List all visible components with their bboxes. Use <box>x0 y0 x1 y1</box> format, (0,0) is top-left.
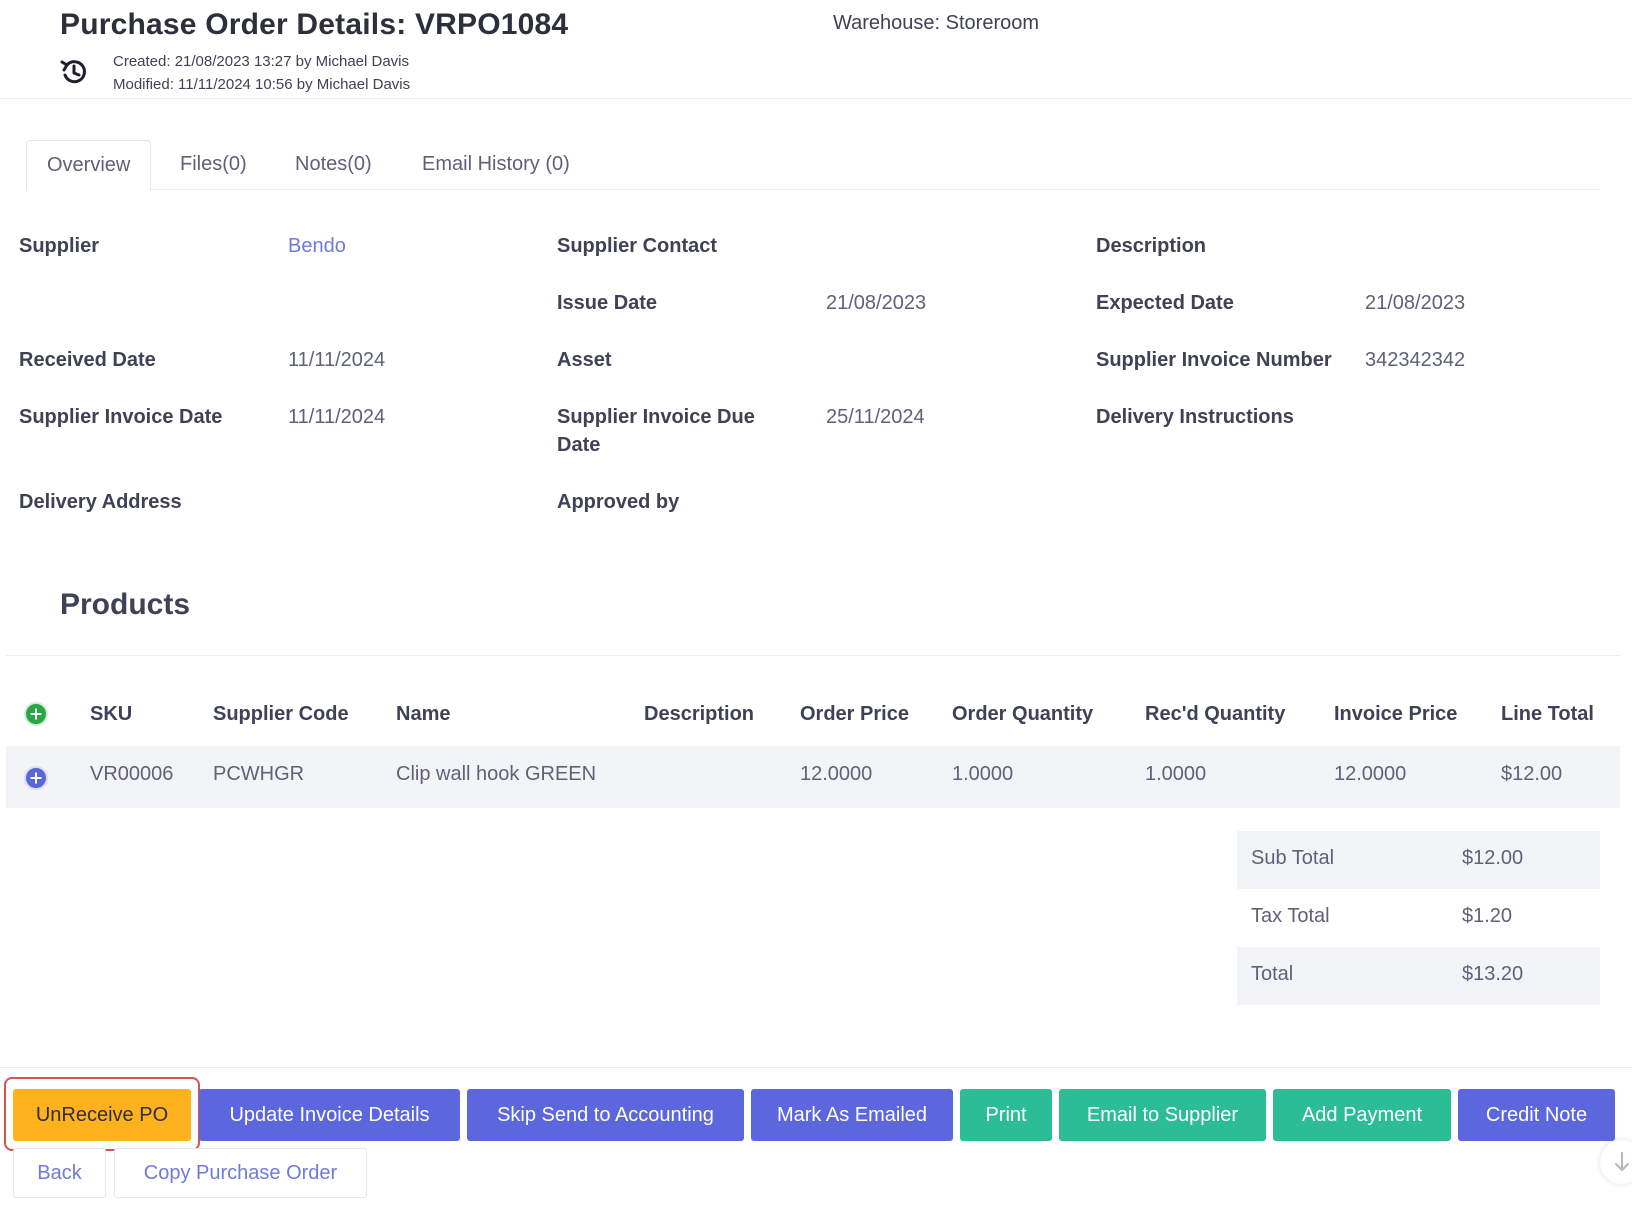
tax-total-value: $1.20 <box>1462 905 1513 927</box>
column-header-invoice-price: Invoice Price <box>1334 703 1458 725</box>
history-icon[interactable] <box>58 56 90 88</box>
column-header-order-price: Order Price <box>800 703 909 725</box>
credit-note-button[interactable]: Credit Note <box>1458 1089 1615 1141</box>
approved-by-label: Approved by <box>557 491 680 513</box>
supplier-invoice-date-value: 11/11/2024 <box>288 406 386 428</box>
column-header-supplier-code: Supplier Code <box>213 703 349 725</box>
skip-send-to-accounting-button[interactable]: Skip Send to Accounting <box>467 1089 744 1141</box>
cell-invoice-price: 12.0000 <box>1334 763 1407 785</box>
tab-email-history[interactable]: Email History (0) <box>402 140 590 190</box>
warehouse-label: Warehouse: Storeroom <box>833 12 1040 34</box>
delivery-address-label: Delivery Address <box>19 491 182 513</box>
cell-sku: VR00006 <box>90 763 174 785</box>
supplier-invoice-due-value: 25/11/2024 <box>826 406 925 428</box>
products-divider <box>6 655 1620 656</box>
totals-panel: Sub Total $12.00 Tax Total $1.20 Total $… <box>1237 831 1600 1005</box>
column-header-recd-quantity: Rec'd Quantity <box>1145 703 1286 725</box>
email-to-supplier-button[interactable]: Email to Supplier <box>1059 1089 1266 1141</box>
cell-line-total: $12.00 <box>1501 763 1563 785</box>
supplier-invoice-due-label-line2: Date <box>557 434 601 456</box>
add-payment-button[interactable]: Add Payment <box>1273 1089 1451 1141</box>
sub-total-row: Sub Total $12.00 <box>1237 831 1600 889</box>
supplier-invoice-due-label: Supplier Invoice Due Date <box>557 403 755 459</box>
total-value: $13.20 <box>1462 963 1524 985</box>
supplier-label: Supplier <box>19 235 100 257</box>
asset-label: Asset <box>557 349 612 371</box>
sub-total-value: $12.00 <box>1462 847 1524 869</box>
tab-bar: Overview Files(0) Notes(0) Email History… <box>26 140 1600 191</box>
column-header-sku: SKU <box>90 703 133 725</box>
arrow-down-icon <box>1615 1152 1629 1171</box>
add-product-icon[interactable] <box>24 702 48 726</box>
tab-overview[interactable]: Overview <box>26 140 152 191</box>
column-header-name: Name <box>396 703 451 725</box>
supplier-invoice-number-label: Supplier Invoice Number <box>1096 349 1332 371</box>
supplier-link[interactable]: Bendo <box>288 232 346 260</box>
created-meta: Created: 21/08/2023 13:27 by Michael Dav… <box>113 53 410 70</box>
tab-notes[interactable]: Notes(0) <box>275 140 392 190</box>
issue-date-value: 21/08/2023 <box>826 292 927 314</box>
copy-purchase-order-button[interactable]: Copy Purchase Order <box>114 1148 367 1198</box>
modified-meta: Modified: 11/11/2024 10:56 by Michael Da… <box>113 76 411 93</box>
unreceive-po-button[interactable]: UnReceive PO <box>13 1089 191 1141</box>
column-header-description: Description <box>644 703 755 725</box>
cell-recd-quantity: 1.0000 <box>1145 763 1207 785</box>
print-button[interactable]: Print <box>960 1089 1052 1141</box>
supplier-invoice-number-value: 342342342 <box>1365 349 1466 371</box>
back-button[interactable]: Back <box>13 1148 106 1198</box>
expected-date-label: Expected Date <box>1096 292 1234 314</box>
tax-total-label: Tax Total <box>1251 905 1330 927</box>
sub-total-label: Sub Total <box>1251 847 1335 869</box>
footer-divider <box>0 1067 1632 1068</box>
tab-files[interactable]: Files(0) <box>160 140 267 190</box>
issue-date-label: Issue Date <box>557 292 658 314</box>
expected-date-value: 21/08/2023 <box>1365 292 1466 314</box>
delivery-instructions-label: Delivery Instructions <box>1096 406 1294 428</box>
page-title: Purchase Order Details: VRPO1084 <box>60 8 569 41</box>
scroll-down-button[interactable] <box>1600 1140 1632 1184</box>
page-header: Purchase Order Details: VRPO1084 Created… <box>0 0 1632 99</box>
total-label: Total <box>1251 963 1294 985</box>
cell-supplier-code: PCWHGR <box>213 763 305 785</box>
total-row: Total $13.20 <box>1237 947 1600 1005</box>
supplier-contact-label: Supplier Contact <box>557 235 718 257</box>
received-date-value: 11/11/2024 <box>288 349 386 371</box>
description-label: Description <box>1096 235 1207 257</box>
column-header-line-total: Line Total <box>1501 703 1594 725</box>
products-title: Products <box>60 588 191 621</box>
cell-name: Clip wall hook GREEN <box>396 763 597 785</box>
supplier-invoice-date-label: Supplier Invoice Date <box>19 406 223 428</box>
mark-as-emailed-button[interactable]: Mark As Emailed <box>751 1089 953 1141</box>
expand-row-icon[interactable] <box>24 766 48 790</box>
cell-order-price: 12.0000 <box>800 763 873 785</box>
received-date-label: Received Date <box>19 349 156 371</box>
update-invoice-details-button[interactable]: Update Invoice Details <box>199 1089 460 1141</box>
column-header-order-quantity: Order Quantity <box>952 703 1094 725</box>
cell-order-quantity: 1.0000 <box>952 763 1014 785</box>
supplier-invoice-due-label-line1: Supplier Invoice Due <box>557 406 755 428</box>
tax-total-row: Tax Total $1.20 <box>1237 889 1600 947</box>
